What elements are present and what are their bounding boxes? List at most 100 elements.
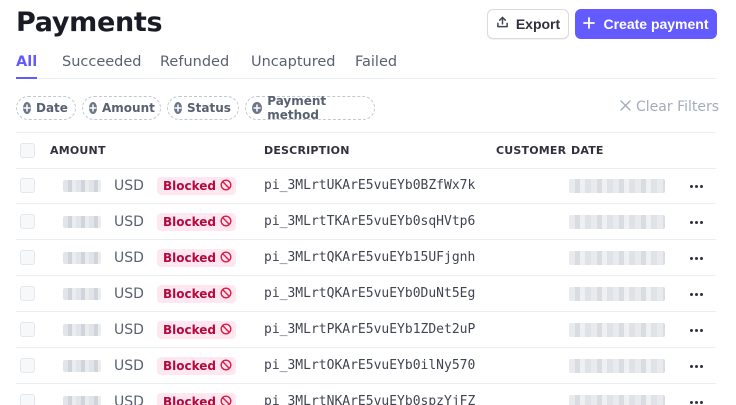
page-title: Payments — [16, 7, 163, 38]
export-button[interactable]: Export — [487, 9, 569, 39]
row-currency: USD — [114, 394, 144, 405]
blocked-icon — [220, 395, 232, 405]
more-icon[interactable] — [686, 214, 706, 230]
status-label: Blocked — [163, 359, 217, 373]
row-currency: USD — [114, 250, 144, 266]
row-currency: USD — [114, 322, 144, 338]
filter-payment-method-label: Payment method — [267, 94, 327, 122]
filter-status-chip[interactable]: Status — [167, 96, 239, 120]
close-icon — [620, 99, 631, 115]
filter-amount-chip[interactable]: Amount — [82, 96, 161, 120]
amount-redacted — [63, 324, 101, 336]
status-badge: Blocked — [157, 321, 237, 339]
row-checkbox[interactable] — [20, 178, 35, 193]
plus-circle-icon — [23, 102, 31, 114]
column-header-date[interactable]: DATE — [571, 144, 604, 157]
tab-all[interactable]: All — [16, 54, 38, 79]
export-label: Export — [515, 16, 561, 32]
amount-redacted — [63, 252, 101, 264]
row-description: pi_3MLrtUKArE5vuEYb0BZfWx7k — [264, 178, 476, 193]
amount-redacted — [63, 216, 101, 228]
more-icon[interactable] — [686, 358, 706, 374]
more-icon[interactable] — [686, 394, 706, 405]
row-currency: USD — [114, 286, 144, 302]
status-badge: Blocked — [157, 213, 237, 231]
tab-failed[interactable]: Failed — [355, 54, 397, 70]
column-header-description[interactable]: DESCRIPTION — [264, 144, 350, 157]
status-badge: Blocked — [157, 177, 237, 195]
date-redacted — [569, 395, 665, 405]
date-redacted — [569, 287, 665, 301]
blocked-icon — [220, 322, 232, 338]
row-checkbox[interactable] — [20, 394, 35, 405]
amount-redacted — [63, 360, 101, 372]
row-currency: USD — [114, 214, 144, 230]
row-description: pi_3MLrtOKArE5vuEYb0ilNy570 — [264, 358, 476, 373]
create-payment-label: Create payment — [603, 16, 709, 32]
status-badge: Blocked — [157, 249, 237, 267]
tab-succeeded[interactable]: Succeeded — [62, 54, 142, 70]
plus-circle-icon — [174, 102, 182, 114]
date-redacted — [569, 359, 665, 373]
date-redacted — [569, 251, 665, 265]
row-checkbox[interactable] — [20, 250, 35, 265]
more-icon[interactable] — [686, 250, 706, 266]
table-row[interactable]: USD Blocked pi_3MLrtNKArE5vuEYb0spzYjFZ — [16, 384, 716, 405]
blocked-icon — [220, 250, 232, 266]
row-description: pi_3MLrtQKArE5vuEYb0DuNt5Eg — [264, 286, 476, 301]
status-badge: Blocked — [157, 285, 237, 303]
row-checkbox[interactable] — [20, 358, 35, 373]
status-badge: Blocked — [157, 357, 237, 375]
filter-date-chip[interactable]: Date — [16, 96, 76, 120]
date-redacted — [569, 215, 665, 229]
select-all-checkbox[interactable] — [20, 143, 35, 158]
filter-status-label: Status — [187, 101, 231, 115]
more-icon[interactable] — [686, 178, 706, 194]
filter-date-label: Date — [36, 101, 68, 115]
blocked-icon — [220, 178, 232, 194]
create-payment-button[interactable]: Create payment — [575, 9, 717, 39]
clear-filters-label: Clear Filters — [636, 99, 720, 115]
more-icon[interactable] — [686, 322, 706, 338]
column-header-amount[interactable]: AMOUNT — [50, 144, 106, 157]
row-currency: USD — [114, 178, 144, 194]
status-badge: Blocked — [157, 393, 237, 405]
table-row[interactable]: USD Blocked pi_3MLrtQKArE5vuEYb0DuNt5Eg — [16, 276, 716, 312]
tab-refunded[interactable]: Refunded — [160, 54, 229, 70]
table-row[interactable]: USD Blocked pi_3MLrtOKArE5vuEYb0ilNy570 — [16, 348, 716, 384]
table-row[interactable]: USD Blocked pi_3MLrtPKArE5vuEYb1ZDet2uP — [16, 312, 716, 348]
row-currency: USD — [114, 358, 144, 374]
tab-uncaptured[interactable]: Uncaptured — [251, 54, 336, 70]
amount-redacted — [63, 288, 101, 300]
table-row[interactable]: USD Blocked pi_3MLrtQKArE5vuEYb15UFjgnh — [16, 240, 716, 276]
more-icon[interactable] — [686, 286, 706, 302]
plus-icon — [583, 16, 596, 32]
status-label: Blocked — [163, 179, 217, 193]
blocked-icon — [220, 358, 232, 374]
row-description: pi_3MLrtQKArE5vuEYb15UFjgnh — [264, 250, 476, 265]
table-row[interactable]: USD Blocked pi_3MLrtTKArE5vuEYb0sqHVtp6 — [16, 204, 716, 240]
row-checkbox[interactable] — [20, 286, 35, 301]
status-tabs: All Succeeded Refunded Uncaptured Failed — [16, 52, 716, 79]
blocked-icon — [220, 286, 232, 302]
plus-circle-icon — [252, 102, 263, 114]
status-label: Blocked — [163, 323, 217, 337]
row-checkbox[interactable] — [20, 214, 35, 229]
status-label: Blocked — [163, 287, 217, 301]
clear-filters-button[interactable]: Clear Filters — [620, 99, 719, 115]
row-checkbox[interactable] — [20, 322, 35, 337]
date-redacted — [569, 323, 665, 337]
row-description: pi_3MLrtPKArE5vuEYb1ZDet2uP — [264, 322, 476, 337]
row-description: pi_3MLrtNKArE5vuEYb0spzYjFZ — [264, 394, 476, 405]
table-header: AMOUNT DESCRIPTION CUSTOMER DATE — [16, 132, 716, 169]
blocked-icon — [220, 214, 232, 230]
export-icon — [496, 16, 509, 32]
table-row[interactable]: USD Blocked pi_3MLrtUKArE5vuEYb0BZfWx7k — [16, 168, 716, 204]
filter-payment-method-chip[interactable]: Payment method — [245, 94, 375, 122]
column-header-customer[interactable]: CUSTOMER — [496, 144, 566, 157]
status-label: Blocked — [163, 251, 217, 265]
amount-redacted — [63, 180, 101, 192]
date-redacted — [569, 179, 665, 193]
amount-redacted — [63, 396, 101, 405]
plus-circle-icon — [89, 102, 97, 114]
